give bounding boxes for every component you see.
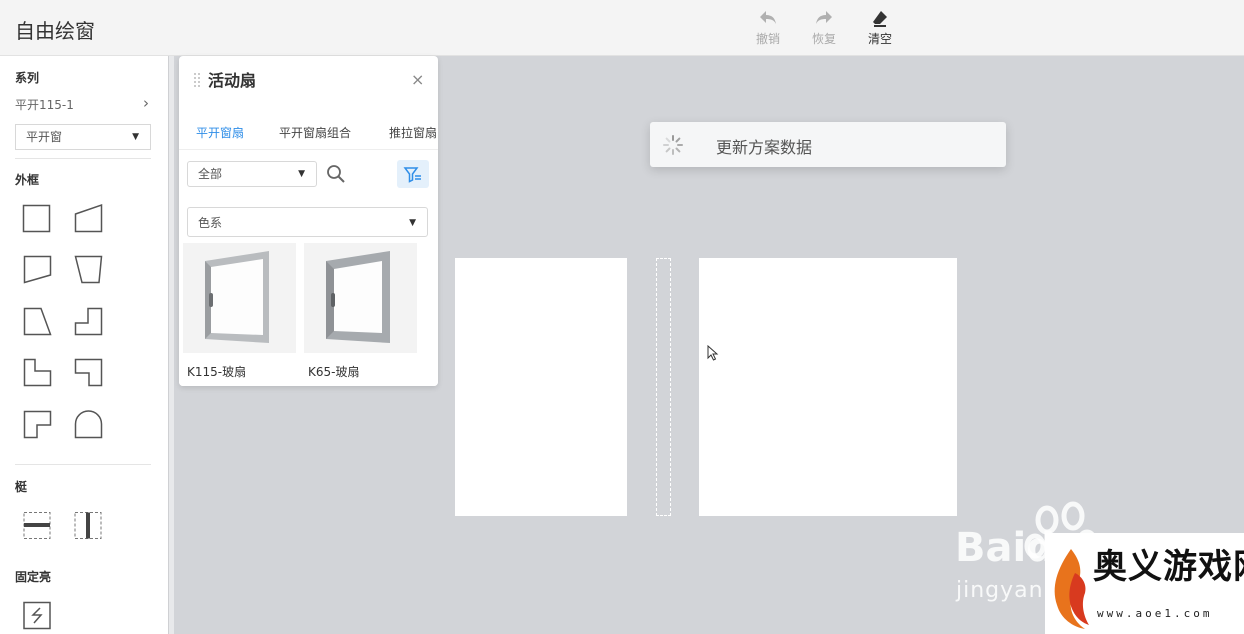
product-card[interactable]: K115-玻扇 <box>183 243 296 380</box>
frame-title: 外框 <box>15 173 40 187</box>
sash-panel: 活动扇 × 平开窗扇 平开窗扇组合 推拉窗扇 全部 ▼ 色系 ▼ K115-玻扇 <box>179 56 438 386</box>
trapezoid-left-icon[interactable] <box>21 305 53 337</box>
site-name: 奥义游戏网 <box>1093 547 1244 587</box>
caret-down-icon: ▼ <box>298 169 305 179</box>
window-frame-right[interactable] <box>699 258 957 516</box>
filter-button[interactable] <box>397 160 429 188</box>
series-selector[interactable]: 平开115-1 › <box>15 94 151 113</box>
chevron-right-icon: › <box>143 94 149 112</box>
horizontal-mullion-icon[interactable] <box>21 509 53 541</box>
undo-button[interactable]: 撤销 <box>748 8 788 47</box>
site-url: www.aoe1.com <box>1097 607 1213 620</box>
mouse-cursor-icon <box>707 344 719 361</box>
spinner-icon <box>662 134 684 156</box>
notch-shape-icon[interactable] <box>21 408 53 440</box>
sash-tabs: 平开窗扇 平开窗扇组合 推拉窗扇 <box>179 112 438 150</box>
category-value: 全部 <box>198 167 223 181</box>
search-icon[interactable] <box>326 164 346 184</box>
window-frame-left[interactable] <box>455 258 627 516</box>
clear-label: 清空 <box>867 32 892 46</box>
undo-label: 撤销 <box>755 32 780 46</box>
divider <box>15 158 151 159</box>
color-series-value: 色系 <box>198 216 223 230</box>
redo-icon <box>804 8 844 30</box>
panel-title: 活动扇 <box>208 71 257 90</box>
undo-icon <box>748 8 788 30</box>
series-value: 平开115-1 <box>15 98 74 112</box>
caret-down-icon: ▼ <box>409 218 416 228</box>
mullion-title: 梃 <box>15 480 28 494</box>
top-bar: 自由绘窗 撤销 恢复 清空 <box>0 0 1244 56</box>
window-type-select[interactable]: 平开窗 ▼ <box>15 124 151 150</box>
series-title: 系列 <box>15 71 40 85</box>
site-logo: 奥义游戏网 www.aoe1.com <box>1045 533 1244 634</box>
fixed-glass-icon[interactable] <box>21 599 53 631</box>
rectangle-icon[interactable] <box>21 202 53 234</box>
category-select[interactable]: 全部 ▼ <box>187 161 317 187</box>
product-name: K65-玻扇 <box>308 365 360 379</box>
clear-button[interactable]: 清空 <box>860 8 900 47</box>
filter-icon <box>403 167 421 183</box>
fixed-glass-title: 固定亮 <box>15 570 52 584</box>
tab-casement-sash-combo[interactable]: 平开窗扇组合 <box>279 124 351 141</box>
drag-handle-icon[interactable] <box>193 72 201 88</box>
l-shape-icon[interactable] <box>21 356 53 388</box>
caret-down-icon: ▼ <box>132 132 139 142</box>
app-title: 自由绘窗 <box>15 19 95 43</box>
redo-button[interactable]: 恢复 <box>804 8 844 47</box>
l-shape-reverse-icon[interactable] <box>72 356 104 388</box>
l-step-icon[interactable] <box>72 305 104 337</box>
flame-logo-icon <box>1047 543 1093 633</box>
product-name: K115-玻扇 <box>187 365 247 379</box>
baidu-jingyan-watermark: jingyan <box>956 578 1044 603</box>
product-thumbnail <box>183 243 296 353</box>
shape-sidebar: 系列 平开115-1 › 平开窗 ▼ 外框 梃 固定亮 <box>0 56 168 634</box>
window-type-value: 平开窗 <box>26 130 63 144</box>
vertical-mullion-icon[interactable] <box>72 509 104 541</box>
toast-message: 更新方案数据 <box>716 138 813 157</box>
mullion-placeholder[interactable] <box>656 258 671 516</box>
trapezoid-right-icon[interactable] <box>72 202 104 234</box>
tab-sliding-sash[interactable]: 推拉窗扇 <box>389 124 437 141</box>
arch-icon[interactable] <box>72 408 104 440</box>
trapezoid-down-icon[interactable] <box>72 253 104 285</box>
product-thumbnail <box>304 243 417 353</box>
color-series-select[interactable]: 色系 ▼ <box>187 207 428 237</box>
close-icon[interactable]: × <box>411 70 424 89</box>
divider <box>15 464 151 465</box>
redo-label: 恢复 <box>811 32 836 46</box>
product-card[interactable]: K65-玻扇 <box>304 243 417 380</box>
pentagon-left-icon[interactable] <box>21 253 53 285</box>
eraser-icon <box>860 8 900 30</box>
tab-casement-sash[interactable]: 平开窗扇 <box>196 124 244 141</box>
sidebar-resize-handle[interactable] <box>168 56 174 634</box>
loading-toast: 更新方案数据 <box>650 122 1006 167</box>
